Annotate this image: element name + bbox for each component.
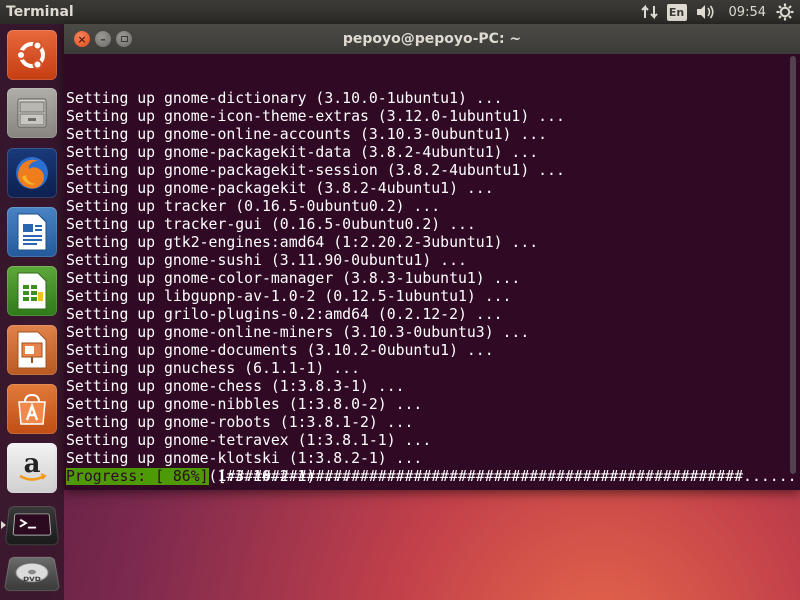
terminal-lines: Setting up gnome-dictionary (3.10.0-1ubu… bbox=[66, 90, 784, 486]
libreoffice-calc-icon[interactable] bbox=[7, 266, 57, 316]
terminal-icon[interactable] bbox=[4, 506, 60, 546]
terminal-line: Setting up gnome-color-manager (3.8.3-1u… bbox=[66, 270, 521, 287]
scrollbar-thumb[interactable] bbox=[790, 56, 796, 474]
firefox-icon[interactable] bbox=[7, 148, 57, 198]
libreoffice-impress-icon[interactable] bbox=[7, 325, 57, 375]
terminal-line: Setting up gnome-dictionary (3.10.0-1ubu… bbox=[66, 90, 503, 107]
terminal-line: Setting up gnome-robots (1:3.8.1-2) ... bbox=[66, 414, 414, 431]
terminal-line: Setting up grilo-plugins-0.2:amd64 (0.2.… bbox=[66, 306, 503, 323]
svg-text:a: a bbox=[24, 449, 41, 479]
libreoffice-writer-icon[interactable] bbox=[7, 207, 57, 257]
terminal-line: Setting up gnome-klotski (1:3.8.2-1) ... bbox=[66, 450, 423, 467]
launcher: a DVD bbox=[0, 24, 64, 600]
network-icon[interactable] bbox=[640, 0, 659, 24]
scrollbar[interactable] bbox=[790, 56, 796, 484]
volume-icon[interactable] bbox=[695, 0, 715, 24]
svg-text:DVD: DVD bbox=[23, 576, 41, 583]
terminal-line: Setting up gnome-documents (3.10.2-0ubun… bbox=[66, 342, 494, 359]
keyboard-layout-label: En bbox=[666, 3, 687, 21]
settings-gear-icon[interactable] bbox=[776, 0, 794, 24]
window-titlebar[interactable]: pepoyo@pepoyo-PC: ~ × – bbox=[64, 24, 800, 54]
progress-row: Progress: [ 86%] [######################… bbox=[66, 468, 800, 486]
ubuntu-software-center-icon[interactable] bbox=[7, 384, 57, 434]
dvd-icon[interactable]: DVD bbox=[3, 556, 61, 592]
clock[interactable]: 09:54 bbox=[729, 5, 766, 20]
terminal-line: Setting up gnome-packagekit (3.8.2-4ubun… bbox=[66, 180, 494, 197]
terminal-line: Setting up gnome-icon-theme-extras (3.12… bbox=[66, 108, 565, 125]
terminal-line: Setting up tracker-gui (0.16.5-0ubuntu0.… bbox=[66, 216, 476, 233]
running-indicator bbox=[1, 521, 6, 529]
terminal-line: Setting up libgupnp-av-1.0-2 (0.12.5-1ub… bbox=[66, 288, 512, 305]
terminal-line: Setting up gnuchess (6.1.1-1) ... bbox=[66, 360, 360, 377]
files-icon[interactable] bbox=[7, 88, 57, 138]
window-title: pepoyo@pepoyo-PC: ~ bbox=[342, 31, 522, 47]
terminal-line: Setting up gnome-online-miners (3.10.3-0… bbox=[66, 324, 530, 341]
terminal-line: Setting up gnome-online-accounts (3.10.3… bbox=[66, 126, 548, 143]
terminal-line: Setting up gnome-nibbles (1:3.8.0-2) ... bbox=[66, 396, 423, 413]
terminal-line: Setting up gnome-sushi (3.11.90-0ubuntu1… bbox=[66, 252, 467, 269]
terminal-line: Setting up gnome-tetravex (1:3.8.1-1) ..… bbox=[66, 432, 432, 449]
terminal-line: Setting up gnome-packagekit-data (3.8.2-… bbox=[66, 144, 539, 161]
ubuntu-dash-icon[interactable] bbox=[7, 30, 57, 80]
terminal-line: Setting up gnome-chess (1:3.8.3-1) ... bbox=[66, 378, 405, 395]
amazon-icon[interactable]: a bbox=[7, 443, 57, 493]
terminal-line: Setting up gnome-packagekit-session (3.8… bbox=[66, 162, 565, 179]
progress-label: Progress: [ 86%] bbox=[66, 468, 209, 485]
app-title: Terminal bbox=[6, 4, 74, 20]
keyboard-icon[interactable]: En bbox=[666, 0, 687, 24]
terminal-output[interactable]: Setting up gnome-dictionary (3.10.0-1ubu… bbox=[66, 54, 800, 486]
terminal-line: Setting up gtk2-engines:amd64 (1:2.20.2-… bbox=[66, 234, 539, 251]
progress-bar: [#######################################… bbox=[208, 468, 800, 485]
terminal-line: Setting up tracker (0.16.5-0ubuntu0.2) .… bbox=[66, 198, 441, 215]
top-panel: Terminal En 09:54 bbox=[0, 0, 800, 24]
terminal-window[interactable]: pepoyo@pepoyo-PC: ~ × – Setting up gnome… bbox=[64, 24, 800, 490]
